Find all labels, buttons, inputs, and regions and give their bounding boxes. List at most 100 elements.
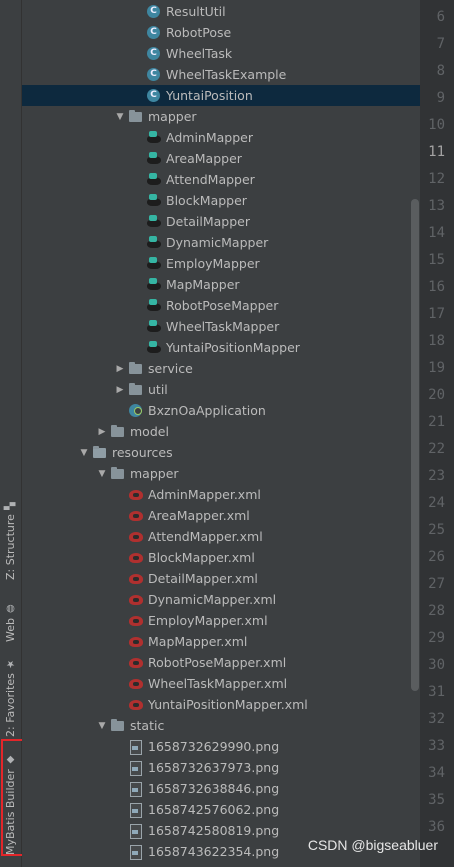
mybatis-bird-icon: ◆ [5, 754, 16, 766]
tree-row-label: mapper [130, 466, 179, 481]
line-number: 19 [428, 360, 445, 376]
class-icon [146, 46, 162, 62]
tree-row[interactable]: BxznOaApplication [22, 400, 420, 421]
tree-row[interactable]: 1658732637973.png [22, 757, 420, 778]
tool-window-bar: Z: Structure ▚ Web ◍ 2: Favorites ★ MyBa… [0, 0, 22, 867]
mybatis-xml-icon [128, 592, 144, 608]
tree-row[interactable]: EmployMapper [22, 253, 420, 274]
png-file-icon [128, 739, 144, 755]
tree-row-label: DynamicMapper.xml [148, 592, 277, 607]
tree-row[interactable]: ▶ service [22, 358, 420, 379]
tree-row[interactable]: RobotPoseMapper.xml [22, 652, 420, 673]
mybatis-xml-icon [128, 529, 144, 545]
watermark: CSDN @bigseabluer [307, 837, 438, 853]
tree-row-label: YuntaiPosition [166, 88, 253, 103]
tree-row-label: MapMapper [166, 277, 240, 292]
tree-row[interactable]: DynamicMapper [22, 232, 420, 253]
tree-row-label: RobotPoseMapper [166, 298, 279, 313]
mybatis-xml-icon [128, 508, 144, 524]
line-number: 21 [428, 414, 445, 430]
tree-row[interactable]: RobotPose [22, 22, 420, 43]
tree-row[interactable]: WheelTask [22, 43, 420, 64]
tree-row[interactable]: 1658742576062.png [22, 799, 420, 820]
tree-row[interactable]: WheelTaskMapper [22, 316, 420, 337]
tree-row[interactable]: MapMapper [22, 274, 420, 295]
tree-row[interactable]: AttendMapper.xml [22, 526, 420, 547]
line-number: 11 [428, 144, 445, 160]
mybatis-mapper-icon [146, 172, 162, 188]
tree-row[interactable]: DynamicMapper.xml [22, 589, 420, 610]
web-tool-button[interactable]: Web ◍ [2, 598, 19, 642]
tree-row[interactable]: AdminMapper [22, 127, 420, 148]
collapse-right-icon[interactable]: ▶ [96, 427, 108, 437]
tree-row[interactable]: 1658732638846.png [22, 778, 420, 799]
expand-down-icon[interactable]: ▼ [114, 112, 126, 122]
folder-icon [110, 466, 126, 482]
png-file-icon [128, 823, 144, 839]
folder-icon [110, 718, 126, 734]
tree-row[interactable]: WheelTaskExample [22, 64, 420, 85]
tree-row[interactable]: ▼ static [22, 715, 420, 736]
resources-folder-icon [92, 445, 108, 461]
tree-row-label: DetailMapper [166, 214, 250, 229]
tree-row[interactable]: AreaMapper [22, 148, 420, 169]
tree-row-label: WheelTask [166, 46, 233, 61]
tree-row[interactable]: ▼ resources [22, 442, 420, 463]
tree-row-label: 1658742576062.png [148, 802, 280, 817]
mybatis-mapper-icon [146, 298, 162, 314]
tree-row[interactable]: AttendMapper [22, 169, 420, 190]
mybatis-xml-icon [128, 655, 144, 671]
line-number: 6 [436, 9, 445, 25]
tree-row[interactable]: RobotPoseMapper [22, 295, 420, 316]
tree-row[interactable]: WheelTaskMapper.xml [22, 673, 420, 694]
expand-down-icon[interactable]: ▼ [96, 469, 108, 479]
mybatis-mapper-icon [146, 151, 162, 167]
tree-row[interactable]: AreaMapper.xml [22, 505, 420, 526]
tree-row[interactable]: BlockMapper [22, 190, 420, 211]
line-number: 25 [428, 522, 445, 538]
tree-row[interactable]: ▼ mapper [22, 106, 420, 127]
tree-row-label: model [130, 424, 169, 439]
collapse-right-icon[interactable]: ▶ [114, 364, 126, 374]
favorites-label: 2: Favorites [4, 673, 17, 737]
mybatis-xml-icon [128, 571, 144, 587]
structure-icon: ▚ [5, 502, 16, 511]
png-file-icon [128, 844, 144, 860]
line-number: 7 [436, 36, 445, 52]
tree-row[interactable]: ▼ mapper [22, 463, 420, 484]
mybatis-mapper-icon [146, 214, 162, 230]
tree-row[interactable]: YuntaiPositionMapper.xml [22, 694, 420, 715]
tree-row[interactable]: 1658732629990.png [22, 736, 420, 757]
tree-row[interactable]: DetailMapper.xml [22, 568, 420, 589]
class-icon [146, 67, 162, 83]
tree-row-label: AttendMapper [166, 172, 255, 187]
tree-row[interactable]: ▶ util [22, 379, 420, 400]
tree-row[interactable]: YuntaiPosition [22, 85, 420, 106]
tree-row[interactable]: ▶ model [22, 421, 420, 442]
mybatis-builder-tool-button[interactable]: MyBatis Builder ◆ [2, 754, 19, 855]
star-icon: ★ [5, 658, 16, 670]
tree-row[interactable]: EmployMapper.xml [22, 610, 420, 631]
tree-row[interactable]: BlockMapper.xml [22, 547, 420, 568]
line-number: 33 [428, 738, 445, 754]
expand-down-icon[interactable]: ▼ [78, 448, 90, 458]
tree-row-label: MapMapper.xml [148, 634, 248, 649]
class-icon [146, 4, 162, 20]
tree-row[interactable]: YuntaiPositionMapper [22, 337, 420, 358]
png-file-icon [128, 781, 144, 797]
tree-row-label: AdminMapper.xml [148, 487, 261, 502]
tree-row[interactable]: DetailMapper [22, 211, 420, 232]
structure-tool-button[interactable]: Z: Structure ▚ [2, 500, 19, 580]
expand-down-icon[interactable]: ▼ [96, 721, 108, 731]
tree-row[interactable]: MapMapper.xml [22, 631, 420, 652]
collapse-right-icon[interactable]: ▶ [114, 385, 126, 395]
favorites-tool-button[interactable]: 2: Favorites ★ [2, 657, 19, 737]
line-number: 20 [428, 387, 445, 403]
tree-row-label: RobotPoseMapper.xml [148, 655, 287, 670]
mybatis-mapper-icon [146, 319, 162, 335]
mybatis-xml-icon [128, 613, 144, 629]
tree-row[interactable]: ResultUtil [22, 1, 420, 22]
line-number: 9 [436, 90, 445, 106]
tree-row[interactable]: AdminMapper.xml [22, 484, 420, 505]
tree-row-label: service [148, 361, 193, 376]
